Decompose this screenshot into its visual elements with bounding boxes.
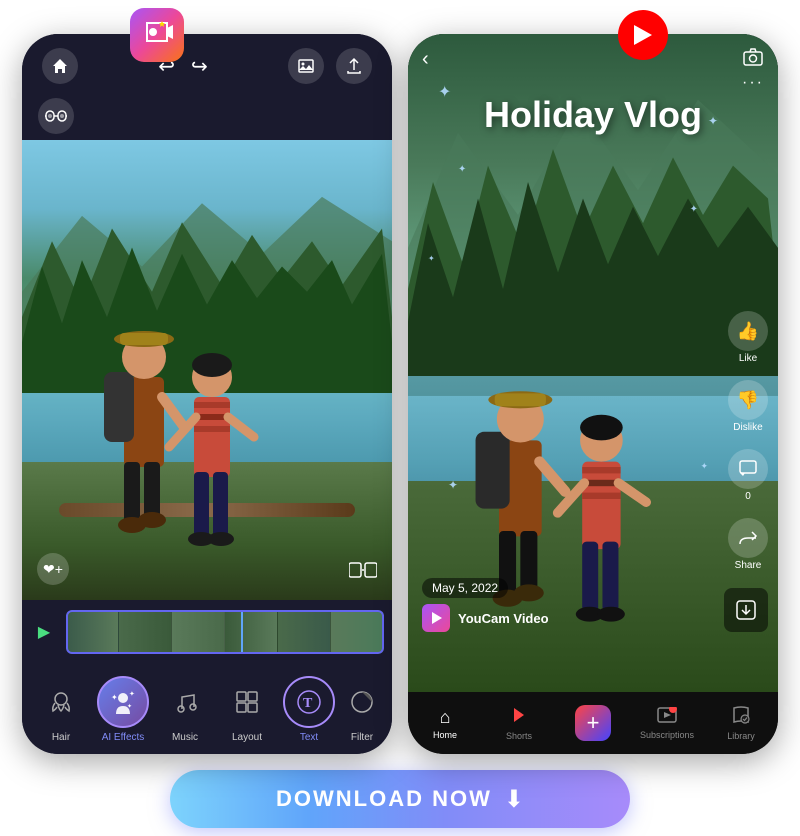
share-label: Share bbox=[735, 560, 762, 571]
sparkle-1: ✦ bbox=[438, 82, 451, 102]
toolbar-item-hair[interactable]: Hair bbox=[32, 676, 90, 743]
compare-button[interactable] bbox=[349, 560, 377, 585]
hair-label: Hair bbox=[52, 732, 70, 743]
frame-1 bbox=[66, 610, 119, 654]
layout-icon-wrap bbox=[221, 676, 273, 728]
sparkle-2: ✦ bbox=[708, 114, 718, 128]
ai-effects-label: AI Effects bbox=[102, 732, 145, 743]
svg-text:✦: ✦ bbox=[127, 703, 132, 710]
youtube-shorts-logo bbox=[616, 8, 670, 62]
comment-icon bbox=[728, 449, 768, 489]
share-action[interactable]: Share bbox=[728, 518, 768, 571]
timeline-cursor bbox=[241, 610, 243, 654]
goggles-icon bbox=[38, 98, 74, 134]
home-nav-icon: ⌂ bbox=[440, 707, 451, 728]
text-icon-wrap: T bbox=[283, 676, 335, 728]
toolbar-item-layout[interactable]: Layout bbox=[218, 676, 276, 743]
channel-logo bbox=[422, 604, 450, 632]
save-gallery-button[interactable] bbox=[724, 588, 768, 632]
youcam-logo bbox=[130, 8, 184, 62]
shorts-nav-label: Shorts bbox=[506, 731, 532, 741]
dislike-icon: 👎 bbox=[728, 380, 768, 420]
sparkle-7: ✦ bbox=[428, 254, 435, 263]
home-nav-label: Home bbox=[433, 730, 457, 740]
frame-5 bbox=[278, 610, 331, 654]
comment-count: 0 bbox=[745, 491, 751, 502]
subscriptions-nav-icon bbox=[657, 707, 677, 728]
music-label: Music bbox=[172, 732, 198, 743]
home-icon-left[interactable] bbox=[42, 48, 78, 84]
right-bottom-nav: ⌂ Home Shorts + bbox=[408, 692, 778, 754]
nav-shorts[interactable]: Shorts bbox=[482, 706, 556, 741]
library-nav-label: Library bbox=[727, 731, 755, 741]
nav-home[interactable]: ⌂ Home bbox=[408, 707, 482, 740]
date-badge: May 5, 2022 bbox=[422, 578, 508, 598]
toolbar-item-text[interactable]: T Text bbox=[280, 676, 338, 743]
share-icon bbox=[728, 518, 768, 558]
frame-4 bbox=[225, 610, 278, 654]
filter-label: Filter bbox=[351, 732, 373, 743]
right-side-actions: 👍 Like 👎 Dislike bbox=[728, 311, 768, 571]
timeline-area: ▶ bbox=[22, 600, 392, 664]
sparkle-6: ✦ bbox=[700, 461, 708, 472]
play-button[interactable]: ▶ bbox=[30, 618, 58, 646]
download-section: DOWNLOAD NOW ⬇ bbox=[170, 770, 630, 828]
right-video-area: Holiday Vlog ✦ ✦ ✦ ✦ ✦ ✦ ✦ ‹ bbox=[408, 34, 778, 692]
channel-name: YouCam Video bbox=[458, 611, 549, 626]
video-area-left: ❤+ bbox=[22, 140, 392, 600]
sparkle-3: ✦ bbox=[458, 164, 466, 175]
comment-action[interactable]: 0 bbox=[728, 449, 768, 502]
toolbar-item-filter[interactable]: Filter bbox=[342, 676, 382, 743]
frame-6 bbox=[331, 610, 384, 654]
right-phone: Holiday Vlog ✦ ✦ ✦ ✦ ✦ ✦ ✦ ‹ bbox=[408, 34, 778, 754]
add-button-nav[interactable]: + bbox=[575, 705, 611, 741]
dislike-label: Dislike bbox=[733, 422, 762, 433]
like-action[interactable]: 👍 Like bbox=[728, 311, 768, 364]
download-button-text: DOWNLOAD NOW bbox=[276, 786, 492, 812]
right-bottom-info: May 5, 2022 YouCam Video bbox=[422, 578, 718, 632]
back-button-right[interactable]: ‹ bbox=[422, 48, 429, 71]
like-icon: 👍 bbox=[728, 311, 768, 351]
filter-icon-wrap bbox=[342, 676, 382, 728]
heart-button[interactable]: ❤+ bbox=[37, 553, 69, 585]
main-container: ↩ ↪ bbox=[0, 0, 800, 836]
layout-label: Layout bbox=[232, 732, 262, 743]
svg-text:T: T bbox=[303, 696, 313, 711]
left-phone: ↩ ↪ bbox=[22, 34, 392, 754]
nav-add[interactable]: + bbox=[556, 705, 630, 741]
nav-library[interactable]: Library bbox=[704, 706, 778, 741]
three-dots-menu[interactable]: ··· bbox=[742, 74, 764, 92]
hair-icon-wrap bbox=[35, 676, 87, 728]
svg-text:✦: ✦ bbox=[129, 690, 135, 698]
toolbar-item-music[interactable]: Music bbox=[156, 676, 214, 743]
text-label: Text bbox=[300, 732, 318, 743]
music-icon-wrap bbox=[159, 676, 211, 728]
like-label: Like bbox=[739, 353, 757, 364]
sparkle-4: ✦ bbox=[690, 204, 698, 215]
frame-3 bbox=[172, 610, 225, 654]
goggles-row bbox=[22, 92, 392, 140]
svg-text:✦: ✦ bbox=[111, 693, 118, 702]
logos-row bbox=[80, 8, 720, 62]
subscriptions-nav-label: Subscriptions bbox=[640, 730, 694, 740]
timeline-strip[interactable] bbox=[66, 610, 384, 654]
library-nav-icon bbox=[731, 706, 751, 729]
ai-effects-icon-wrap: ✦ ✦ ✦ bbox=[97, 676, 149, 728]
frame-2 bbox=[119, 610, 172, 654]
nav-subscriptions[interactable]: Subscriptions bbox=[630, 707, 704, 740]
bottom-toolbar: Hair ✦ ✦ ✦ bbox=[22, 664, 392, 754]
channel-row: YouCam Video bbox=[422, 604, 718, 632]
download-button[interactable]: DOWNLOAD NOW ⬇ bbox=[170, 770, 630, 828]
phones-row: ↩ ↪ bbox=[22, 34, 778, 754]
dislike-action[interactable]: 👎 Dislike bbox=[728, 380, 768, 433]
camera-icon-right[interactable] bbox=[742, 48, 764, 72]
shorts-nav-icon bbox=[510, 706, 528, 729]
download-icon: ⬇ bbox=[504, 785, 524, 814]
toolbar-item-ai-effects[interactable]: ✦ ✦ ✦ AI Effects bbox=[94, 676, 152, 743]
sparkle-5: ✦ bbox=[448, 478, 458, 492]
holiday-title: Holiday Vlog bbox=[408, 94, 778, 136]
